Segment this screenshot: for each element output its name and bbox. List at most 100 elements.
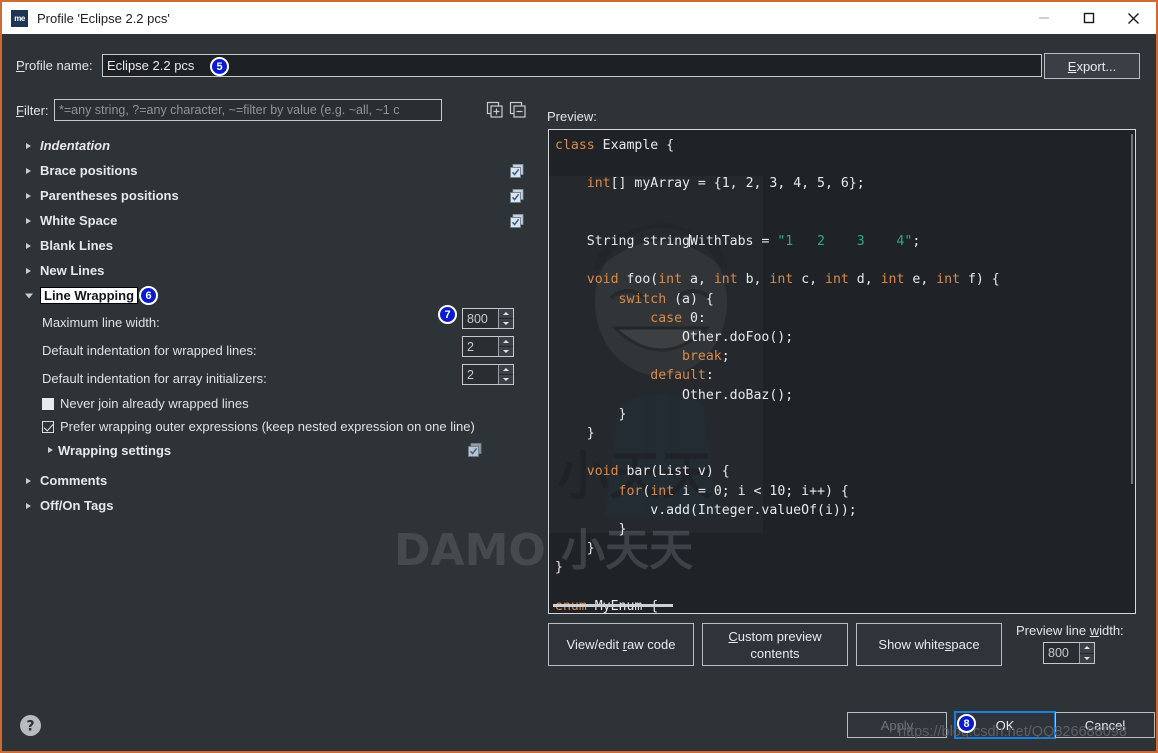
chevron-right-icon[interactable] (26, 167, 31, 174)
code-token: "1 2 3 4" (777, 234, 913, 250)
code-token: } (555, 541, 595, 557)
tree-node-label: Brace positions (40, 163, 138, 178)
spinner-buttons (498, 365, 513, 384)
line-wrapping-node[interactable]: Line Wrapping (2, 283, 532, 308)
tree-node-indentation[interactable]: Indentation (2, 133, 532, 158)
default-indent-wrapped-spinner[interactable]: 2 (462, 336, 514, 357)
spinner-down-button[interactable] (499, 319, 513, 328)
tree-node-comments[interactable]: Comments (2, 468, 532, 493)
chevron-right-icon[interactable] (26, 192, 31, 199)
tree-node-new-lines[interactable]: New Lines (2, 258, 532, 283)
tree-node-label: Line Wrapping (40, 287, 139, 304)
spinner-up-button[interactable] (499, 309, 513, 319)
window-controls (1021, 2, 1156, 34)
prefer-wrapping-outer-checkbox[interactable] (42, 420, 54, 433)
maximize-button[interactable] (1066, 2, 1111, 34)
code-token: int (713, 272, 738, 288)
tree-node-wrapping-settings[interactable]: Wrapping settings (2, 438, 532, 462)
chevron-right-icon[interactable] (26, 142, 31, 149)
chevron-right-icon[interactable] (26, 477, 31, 484)
triangle-up-icon (1084, 646, 1090, 650)
prefer-wrapping-outer-label: Prefer wrapping outer expressions (keep … (60, 419, 475, 434)
spinner-up-button[interactable] (499, 365, 513, 375)
code-line: break; (555, 347, 1125, 366)
prefer-wrapping-outer-checkbox-row[interactable]: Prefer wrapping outer expressions (keep … (2, 415, 532, 438)
code-vertical-scrollbar[interactable] (1131, 134, 1133, 484)
chevron-right-icon[interactable] (26, 217, 31, 224)
view-edit-raw-code-button[interactable]: View/edit raw code (548, 623, 694, 666)
code-line: void foo(int a, int b, int c, int d, int… (555, 270, 1125, 289)
tree-node-parentheses-positions[interactable]: Parentheses positions (2, 183, 532, 208)
chevron-right-icon[interactable] (26, 267, 31, 274)
export-button-label: Export... (1067, 58, 1117, 74)
badge-7: 7 (438, 305, 457, 324)
spinner-down-button[interactable] (1080, 653, 1094, 663)
never-join-wrapped-checkbox-row[interactable]: Never join already wrapped lines (2, 392, 532, 415)
chevron-down-icon[interactable] (25, 293, 33, 298)
never-join-wrapped-checkbox[interactable] (42, 397, 54, 410)
code-token: Other.doFoo(); (555, 330, 794, 346)
check-all-icon[interactable] (510, 213, 524, 228)
tree-node-white-space[interactable]: White Space (2, 208, 532, 233)
code-token: c, (793, 272, 826, 288)
collapse-all-icon[interactable] (509, 101, 527, 119)
close-button[interactable] (1111, 2, 1156, 34)
check-all-icon[interactable] (510, 163, 524, 178)
chevron-right-icon[interactable] (48, 447, 53, 453)
app-icon: me (11, 9, 28, 27)
spinner-down-button[interactable] (499, 375, 513, 384)
code-token: int (586, 176, 611, 192)
custom-preview-contents-label: Custom preview contents (728, 628, 822, 661)
expand-all-icon[interactable] (486, 101, 504, 119)
spinner-up-button[interactable] (1080, 643, 1094, 654)
code-horizontal-scrollbar[interactable] (553, 604, 673, 607)
code-token: } (555, 406, 627, 422)
spinner-up-button[interactable] (499, 337, 513, 347)
tree-node-brace-positions[interactable]: Brace positions (2, 158, 532, 183)
code-token: v.add(Integer.valueOf(i)); (555, 502, 857, 518)
code-line: int[] myArray = {1, 2, 3, 4, 5, 6}; (555, 174, 1125, 193)
check-all-icon[interactable] (510, 188, 524, 203)
code-token: e, (904, 272, 937, 288)
code-line: } (555, 424, 1125, 443)
code-token: f) { (960, 272, 1000, 288)
maximum-line-width-spinner[interactable]: 800 (462, 308, 514, 329)
code-preview-panel[interactable]: 小天天 class Example { int[] myArray = {1, … (548, 129, 1136, 614)
code-token: d, (848, 272, 881, 288)
spinner-down-button[interactable] (499, 347, 513, 356)
profile-name-field[interactable]: Eclipse 2.2 pcs (102, 54, 1042, 77)
maximum-line-width-label: Maximum line width: (42, 314, 160, 330)
preview-line-width-value: 800 (1048, 646, 1069, 660)
triangle-up-icon (503, 312, 509, 315)
chevron-right-icon[interactable] (26, 242, 31, 249)
tree-node-label: Wrapping settings (58, 442, 172, 458)
preview-line-width-label: Preview line width: (1016, 623, 1124, 638)
tree-node-blank-lines[interactable]: Blank Lines (2, 233, 532, 258)
default-indent-array-value: 2 (467, 367, 474, 382)
check-all-icon[interactable] (468, 443, 482, 457)
code-token: } (555, 426, 595, 442)
chevron-right-icon[interactable] (26, 502, 31, 509)
tree-node-label: Comments (40, 473, 108, 488)
triangle-up-icon (503, 340, 509, 343)
badge-5: 5 (210, 57, 229, 76)
help-icon[interactable]: ? (19, 714, 42, 742)
preview-line-width-spinner[interactable]: 800 (1043, 642, 1095, 664)
code-token: int (936, 272, 961, 288)
code-token: int (825, 272, 849, 288)
code-preview-text: class Example { int[] myArray = {1, 2, 3… (555, 136, 1125, 613)
custom-preview-contents-button[interactable]: Custom preview contents (702, 623, 848, 666)
filter-input[interactable]: *=any string, ?=any character, ~=filter … (54, 99, 442, 121)
code-token: void (586, 464, 619, 480)
show-whitespace-button[interactable]: Show whitespace (856, 623, 1002, 666)
code-token: : (705, 368, 714, 384)
code-line: } (555, 405, 1125, 424)
code-token: } (555, 522, 627, 538)
default-indent-wrapped-value: 2 (467, 339, 474, 354)
export-button[interactable]: Export... (1044, 53, 1140, 79)
minimize-button[interactable] (1021, 2, 1066, 34)
code-token: break (682, 349, 722, 365)
default-indent-array-spinner[interactable]: 2 (462, 364, 514, 385)
